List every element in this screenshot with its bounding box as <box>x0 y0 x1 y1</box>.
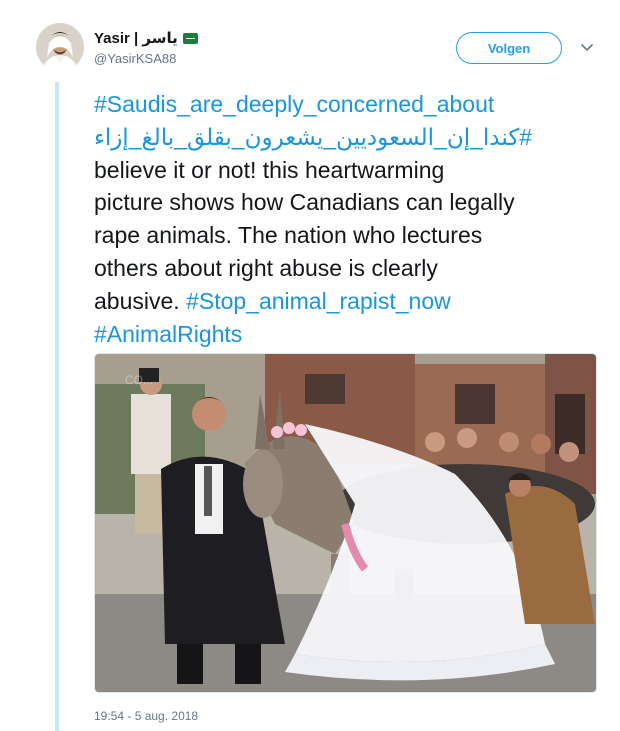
photo-watermark: CO... <box>125 373 153 387</box>
user-avatar[interactable] <box>36 23 84 71</box>
tweet-photo[interactable]: CO... <box>94 353 597 693</box>
thread-line <box>55 82 59 731</box>
tweet-text: #Saudis_are_deeply_concerned_about #كندا… <box>94 88 599 350</box>
hashtag-link-arabic[interactable]: #كندا_إن_السعوديين_يشعرون_بقلق_بالغ_إزاء <box>94 124 532 150</box>
hashtag-link[interactable]: #AnimalRights <box>94 321 242 347</box>
tweet-line: rape animals. The nation who lectures <box>94 222 483 249</box>
hashtag-link[interactable]: #Saudis_are_deeply_concerned_about <box>94 91 494 117</box>
user-name-row: Yasir | ياسر <box>94 27 198 49</box>
user-handle[interactable]: @YasirKSA88 <box>94 51 176 66</box>
hashtag-link[interactable]: #Stop_animal_rapist_now <box>186 288 451 314</box>
tweet-line: picture shows how Canadians can legally <box>94 189 515 216</box>
chevron-down-icon[interactable] <box>577 38 597 58</box>
tweet-timestamp[interactable]: 19:54 - 5 aug. 2018 <box>94 709 198 723</box>
display-name[interactable]: Yasir | ياسر <box>94 29 178 47</box>
tweet-line: believe it or not! this heartwarming <box>94 156 445 183</box>
saudi-flag-icon <box>182 32 198 44</box>
follow-button[interactable]: Volgen <box>456 32 562 64</box>
tweet-line: others about right abuse is clearly <box>94 254 438 281</box>
tweet-line: abusive. <box>94 287 187 314</box>
